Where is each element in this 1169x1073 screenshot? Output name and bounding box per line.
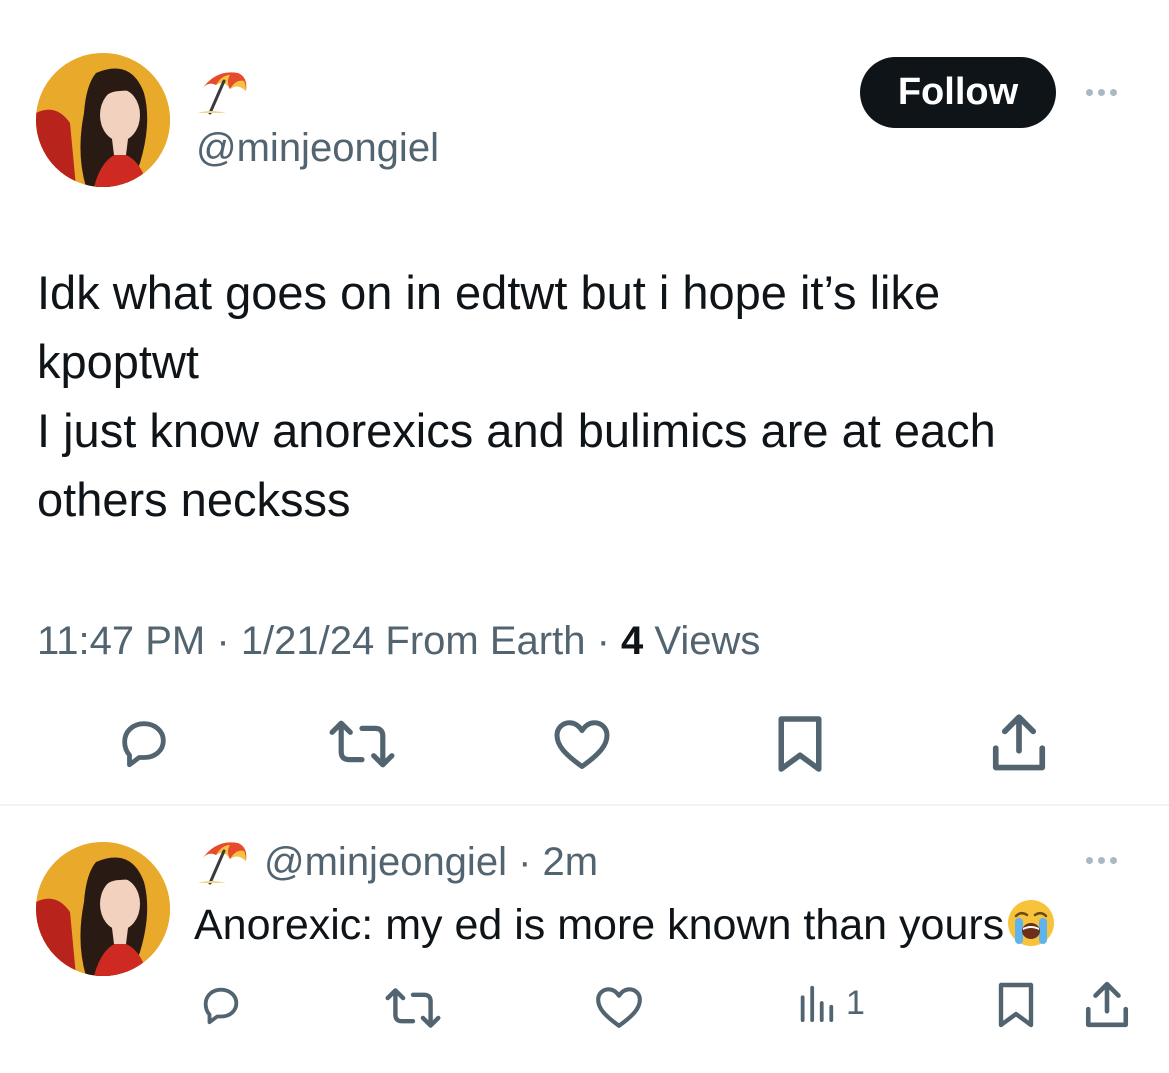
tweet-text: Idk what goes on in edtwt but i hope it’…	[37, 258, 1137, 534]
reply-button[interactable]	[114, 714, 174, 772]
like-button[interactable]	[552, 716, 612, 772]
views-icon	[800, 985, 834, 1023]
like-button[interactable]	[594, 984, 644, 1030]
share-button[interactable]	[990, 712, 1048, 774]
separator: ·	[596, 619, 622, 663]
avatar[interactable]	[36, 53, 170, 187]
separator: ·	[216, 619, 241, 663]
divider	[0, 804, 1169, 806]
reply-icon	[122, 721, 166, 768]
avatar[interactable]	[36, 842, 170, 976]
share-icon	[1085, 981, 1129, 1028]
reply-button[interactable]	[196, 982, 246, 1028]
bookmark-icon	[998, 982, 1034, 1028]
reply-icon	[203, 987, 239, 1025]
tweet-time[interactable]: 11:47 PM	[37, 619, 205, 663]
follow-button[interactable]: Follow	[860, 57, 1056, 128]
tweet-text-line: Idk what goes on in edtwt but i hope it’…	[37, 266, 941, 319]
tweet-source: From Earth	[385, 619, 586, 663]
loudly-crying-face-emoji	[1008, 900, 1055, 946]
author-handle[interactable]: @minjeongiel	[196, 124, 439, 172]
bookmark-button[interactable]	[996, 980, 1036, 1030]
umbrella-on-ground-emoji	[198, 842, 247, 885]
avatar-photo	[36, 842, 170, 976]
more-options-icon[interactable]	[1086, 857, 1117, 864]
tweet-age[interactable]: 2m	[543, 840, 599, 884]
retweet-button[interactable]	[384, 986, 442, 1030]
separator: ·	[506, 840, 543, 884]
tweet-text-line: I just know anorexics and bulimics are a…	[37, 404, 996, 457]
share-button[interactable]	[1084, 980, 1130, 1030]
tweet-date[interactable]: 1/21/24	[241, 619, 374, 663]
reply-header: @minjeongiel · 2m	[264, 838, 598, 886]
tweet-metadata: 11:47 PM · 1/21/24 From Earth · 4 Views	[37, 617, 760, 665]
views-count: 1	[846, 984, 865, 1022]
more-options-icon[interactable]	[1086, 89, 1117, 96]
retweet-button[interactable]	[328, 718, 396, 770]
tweet-text-line: others necksss	[37, 473, 351, 526]
reply-text-content: Anorexic: my ed is more known than yours	[194, 901, 1005, 949]
like-icon	[554, 720, 610, 769]
views-label[interactable]: Views	[654, 619, 760, 663]
views-button[interactable]: 1	[796, 982, 865, 1024]
bookmark-icon	[778, 716, 822, 772]
views-count[interactable]: 4	[621, 619, 643, 663]
retweet-icon	[385, 988, 441, 1028]
bookmark-button[interactable]	[775, 713, 825, 775]
share-icon	[992, 714, 1046, 771]
reply-text: Anorexic: my ed is more known than yours	[194, 898, 1056, 951]
retweet-icon	[329, 720, 395, 768]
umbrella-on-ground-emoji	[198, 72, 247, 115]
author-handle[interactable]: @minjeongiel	[264, 840, 507, 884]
like-icon	[596, 987, 642, 1028]
tweet-text-line: kpoptwt	[37, 335, 199, 388]
avatar-photo	[36, 53, 170, 187]
